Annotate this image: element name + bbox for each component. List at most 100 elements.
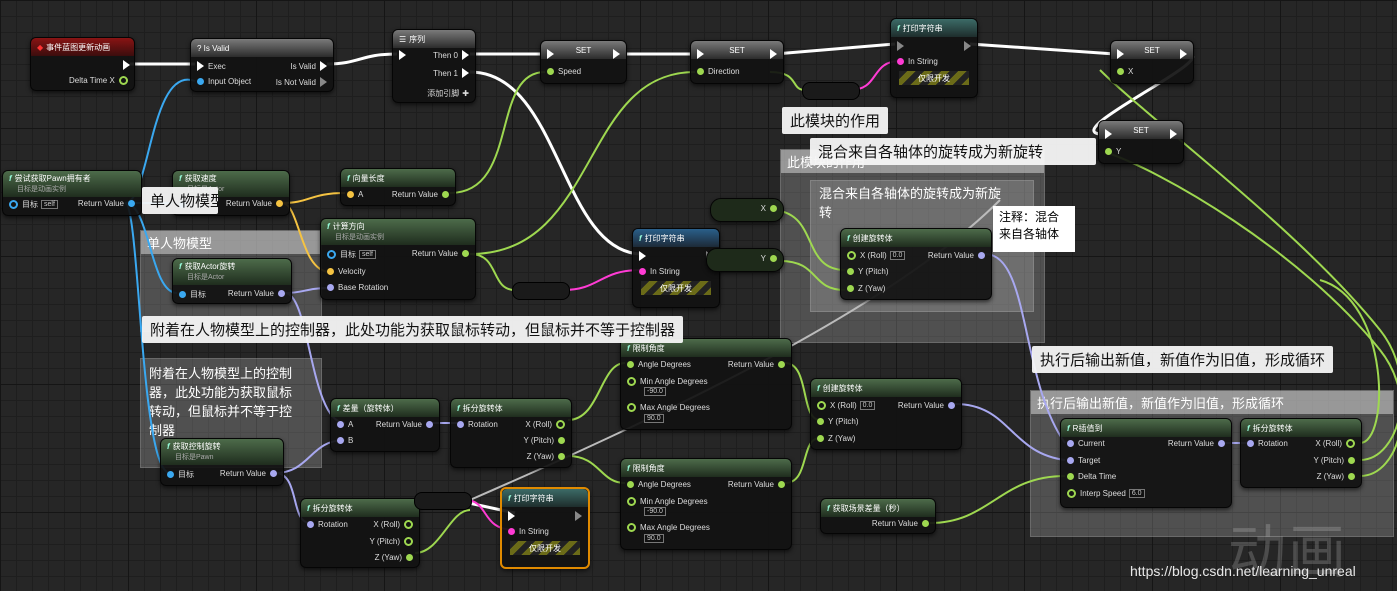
break1-z-pin[interactable]: Z (Yaw) <box>527 452 569 461</box>
clamp1-angle-pin[interactable]: Angle Degrees <box>623 360 691 369</box>
break1-y-pin[interactable]: Y (Pitch) <box>523 436 569 445</box>
print-string-node-1[interactable]: f 打印字符串 In String 仅限开发 <box>890 18 978 98</box>
exec-out-icon[interactable] <box>1170 129 1177 139</box>
conversion-node-3[interactable] <box>414 492 472 510</box>
delta-return-pin[interactable]: Return Value <box>376 420 437 429</box>
break2-y-pin[interactable]: Y (Pitch) <box>369 537 417 546</box>
makerot1-z-pin[interactable]: Z (Yaw) <box>843 284 885 293</box>
x-roll-value[interactable]: 0.0 <box>889 251 906 260</box>
calcdir-velocity-pin[interactable]: Velocity <box>323 267 366 276</box>
clamp1-return-pin[interactable]: Return Value <box>728 360 789 369</box>
rinterp-delta-pin[interactable]: Delta Time <box>1063 472 1116 481</box>
var-y-pin[interactable]: Y <box>761 254 781 263</box>
delta-a-pin[interactable]: A <box>333 420 353 429</box>
set-speed-pin[interactable]: Speed <box>543 67 581 76</box>
rinterp-to-node[interactable]: f R插值到 Current Target Delta Time Interp S… <box>1060 418 1232 508</box>
exec-in-icon[interactable] <box>639 251 646 261</box>
exec-in-icon[interactable] <box>1117 49 1124 59</box>
break3-y-pin[interactable]: Y (Pitch) <box>1313 456 1359 465</box>
event-update-animation-node[interactable]: ◆ 事件蓝图更新动画 Delta Time X <box>30 37 135 91</box>
set-direction-pin[interactable]: Direction <box>693 67 740 76</box>
var-x-pin[interactable]: X <box>761 204 781 213</box>
break3-z-pin[interactable]: Z (Yaw) <box>1317 472 1359 481</box>
conversion-node-1[interactable] <box>802 82 860 100</box>
exec-out-icon[interactable] <box>1180 49 1187 59</box>
makerot2-z-pin[interactable]: Z (Yaw) <box>813 434 855 443</box>
vector-length-node[interactable]: f 向量长度 A Return Value <box>340 168 456 206</box>
break-rotator-node-2[interactable]: f 拆分旋转体 Rotation X (Roll) Y (Pitch) Z (Ya… <box>300 498 420 568</box>
print3-instring-pin[interactable]: In String <box>504 527 549 536</box>
clamp1-max-pin[interactable]: Max Angle Degrees <box>623 403 710 412</box>
makerot1-y-pin[interactable]: Y (Pitch) <box>843 267 889 276</box>
delta-b-pin[interactable]: B <box>333 436 353 445</box>
vlength-return-pin[interactable]: Return Value <box>392 190 453 199</box>
exec-in-icon[interactable] <box>897 41 904 51</box>
x-roll-value[interactable]: 0.0 <box>859 401 876 410</box>
is-not-valid-out-pin[interactable]: Is Not Valid <box>276 77 331 87</box>
print-string-node-3[interactable]: f 打印字符串 In String 仅限开发 <box>500 487 590 569</box>
clamp2-min-value[interactable]: -90.0 <box>644 507 666 516</box>
break1-x-pin[interactable]: X (Roll) <box>525 420 569 429</box>
clamp2-max-pin[interactable]: Max Angle Degrees <box>623 523 710 532</box>
set-direction-node[interactable]: SET Direction <box>690 40 784 84</box>
exec-in-icon[interactable] <box>697 49 704 59</box>
sequence-then0-pin[interactable]: Then 0 <box>433 50 473 60</box>
exec-in-icon[interactable] <box>547 49 554 59</box>
clamp1-min-value[interactable]: -90.0 <box>644 387 666 396</box>
velocity-return-pin[interactable]: Return Value <box>226 199 287 208</box>
get-control-rotation-node[interactable]: f 获取控制旋转 目标是Pawn 目标 Return Value <box>160 438 284 486</box>
make-rotator-node-1[interactable]: f 创建旋转体 X (Roll) 0.0 Y (Pitch) Z (Yaw) Ret… <box>840 228 992 300</box>
set-y-node[interactable]: SET Y <box>1098 120 1184 164</box>
clamp2-max-value[interactable]: 90.0 <box>644 534 664 543</box>
rinterp-current-pin[interactable]: Current <box>1063 439 1105 448</box>
calcdir-target-pin[interactable]: 目标 self <box>323 249 376 260</box>
clamp1-min-pin[interactable]: Min Angle Degrees <box>623 377 708 386</box>
set-y-pin[interactable]: Y <box>1101 147 1121 156</box>
is-valid-input-pin[interactable]: Input Object <box>193 77 251 86</box>
try-get-pawn-owner-node[interactable]: f 尝试获取Pawn拥有者 目标是动画实例 目标 self Return Value <box>2 170 142 216</box>
var-x-getter[interactable]: X <box>710 198 784 222</box>
calcdir-base-rotation-pin[interactable]: Base Rotation <box>323 283 388 292</box>
set-x-node[interactable]: SET X <box>1110 40 1194 84</box>
break-rotator-node-1[interactable]: f 拆分旋转体 Rotation X (Roll) Y (Pitch) Z (Ya… <box>450 398 572 468</box>
break-rotator-node-3[interactable]: f 拆分旋转体 Rotation X (Roll) Y (Pitch) Z (Ya… <box>1240 418 1362 488</box>
rinterp-return-pin[interactable]: Return Value <box>1168 439 1229 448</box>
calculate-direction-node[interactable]: f 计算方向 目标是动画实例 目标 self Velocity Base Rotati… <box>320 218 476 300</box>
is-valid-out-pin[interactable]: Is Valid <box>290 61 331 71</box>
set-x-pin[interactable]: X <box>1113 67 1133 76</box>
make-rotator-node-2[interactable]: f 创建旋转体 X (Roll) 0.0 Y (Pitch) Z (Yaw) Ret… <box>810 378 962 450</box>
sequence-node[interactable]: ☰ 序列 Then 0 Then 1 添加引脚 ✚ <box>392 29 476 103</box>
exec-out-icon[interactable] <box>964 41 971 51</box>
vlength-a-pin[interactable]: A <box>343 190 363 199</box>
worlddelta-return-pin[interactable]: Return Value <box>872 519 933 528</box>
sequence-then1-pin[interactable]: Then 1 <box>433 68 473 78</box>
print2-instring-pin[interactable]: In String <box>635 267 680 276</box>
clamp-angle-node-1[interactable]: f 限制角度 Angle Degrees Min Angle Degrees -9… <box>620 338 792 430</box>
break2-rotation-pin[interactable]: Rotation <box>303 520 348 529</box>
makerot1-x-pin[interactable]: X (Roll) 0.0 <box>843 251 906 260</box>
conversion-node-2[interactable] <box>512 282 570 300</box>
is-valid-node[interactable]: ? Is Valid Exec Input Object Is Valid Is… <box>190 38 334 92</box>
makerot2-y-pin[interactable]: Y (Pitch) <box>813 417 859 426</box>
controlrot-return-pin[interactable]: Return Value <box>220 469 281 478</box>
sequence-add-pin-button[interactable]: 添加引脚 ✚ <box>427 88 469 99</box>
clamp2-min-pin[interactable]: Min Angle Degrees <box>623 497 708 506</box>
break2-x-pin[interactable]: X (Roll) <box>373 520 417 529</box>
event-exec-out-pin[interactable] <box>123 60 130 70</box>
rinterp-speed-pin[interactable]: Interp Speed 6.0 <box>1063 489 1145 498</box>
exec-in-icon[interactable] <box>508 511 515 521</box>
actorrot-target-pin[interactable]: 目标 <box>175 289 206 300</box>
get-world-delta-seconds-node[interactable]: f 获取场景差量（秒） Return Value <box>820 498 936 534</box>
rinterp-target-pin[interactable]: Target <box>1063 456 1100 465</box>
makerot2-x-pin[interactable]: X (Roll) 0.0 <box>813 401 876 410</box>
trypawn-return-pin[interactable]: Return Value <box>78 199 139 208</box>
break1-rotation-pin[interactable]: Rotation <box>453 420 498 429</box>
delta-rotator-node[interactable]: f 差量（旋转体） A B Return Value <box>330 398 440 452</box>
break2-z-pin[interactable]: Z (Yaw) <box>375 553 417 562</box>
break3-rotation-pin[interactable]: Rotation <box>1243 439 1288 448</box>
print-string-node-2[interactable]: f 打印字符串 In String 仅限开发 <box>632 228 720 308</box>
clamp-angle-node-2[interactable]: f 限制角度 Angle Degrees Min Angle Degrees -9… <box>620 458 792 550</box>
makerot1-return-pin[interactable]: Return Value <box>928 251 989 260</box>
is-valid-exec-pin[interactable]: Exec <box>193 61 226 71</box>
var-y-getter[interactable]: Y <box>706 248 784 272</box>
